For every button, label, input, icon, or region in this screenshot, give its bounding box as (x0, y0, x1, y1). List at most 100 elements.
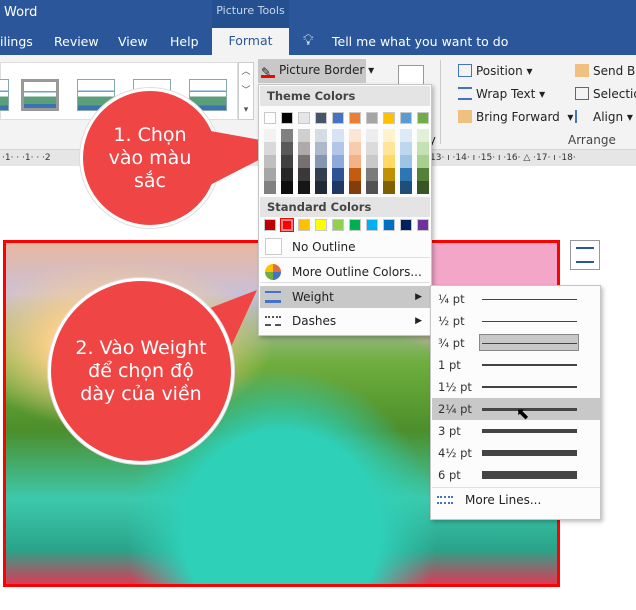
theme-shade-swatch[interactable] (281, 155, 293, 168)
theme-shade-swatch[interactable] (281, 129, 293, 142)
theme-shade-swatch[interactable] (400, 155, 412, 168)
line-weight-sample (482, 342, 577, 344)
theme-shade-swatch[interactable] (281, 142, 293, 155)
theme-shade-swatch[interactable] (400, 142, 412, 155)
weight-option[interactable]: 4½ pt (432, 442, 600, 464)
theme-shade-swatch[interactable] (332, 181, 344, 194)
weight-option[interactable]: 2¼ pt ⬉ (432, 398, 600, 423)
theme-shade-swatch[interactable] (366, 168, 378, 181)
theme-shade-swatch[interactable] (315, 168, 327, 181)
weight-option[interactable]: 1½ pt (432, 376, 600, 398)
picture-border-menu: Theme Colors Standard Colors No Outline … (258, 84, 432, 336)
theme-color-swatch[interactable] (281, 112, 293, 124)
dashes-icon (265, 316, 281, 326)
theme-shade-swatch[interactable] (315, 181, 327, 194)
theme-color-swatch[interactable] (349, 112, 361, 124)
theme-color-swatch[interactable] (332, 112, 344, 124)
theme-shade-swatch[interactable] (417, 142, 429, 155)
dashes-item[interactable]: Dashes ▶ (260, 310, 430, 332)
standard-color-swatch[interactable] (349, 219, 361, 231)
theme-shade-swatch[interactable] (281, 181, 293, 194)
theme-shade-swatch[interactable] (400, 181, 412, 194)
line-weight-sample (482, 386, 577, 388)
line-weight-sample (482, 298, 577, 300)
theme-shade-swatch[interactable] (264, 155, 276, 168)
theme-shade-swatch[interactable] (281, 168, 293, 181)
theme-shade-swatch[interactable] (417, 181, 429, 194)
standard-color-swatch[interactable] (332, 219, 344, 231)
theme-shade-swatch[interactable] (383, 142, 395, 155)
theme-shade-swatch[interactable] (417, 168, 429, 181)
theme-shade-swatch[interactable] (400, 168, 412, 181)
more-lines-icon (437, 496, 453, 504)
theme-shade-swatch[interactable] (332, 129, 344, 142)
no-outline-swatch-icon (265, 238, 282, 255)
theme-shade-swatch[interactable] (315, 142, 327, 155)
theme-shade-swatch[interactable] (366, 155, 378, 168)
weight-option[interactable]: ½ pt (432, 310, 600, 332)
weight-item[interactable]: Weight ▶ (260, 286, 430, 308)
theme-shade-swatch[interactable] (383, 129, 395, 142)
theme-shade-swatch[interactable] (264, 129, 276, 142)
theme-color-swatch[interactable] (264, 112, 276, 124)
theme-shade-swatch[interactable] (315, 129, 327, 142)
standard-color-swatch[interactable] (400, 219, 412, 231)
line-weight-sample (482, 429, 577, 433)
theme-shade-swatch[interactable] (349, 181, 361, 194)
standard-color-swatch[interactable] (366, 219, 378, 231)
standard-color-swatch[interactable] (417, 219, 429, 231)
theme-shade-swatch[interactable] (264, 168, 276, 181)
weight-option[interactable]: 3 pt (432, 420, 600, 442)
more-lines-item[interactable]: More Lines... (432, 487, 600, 513)
theme-shade-swatch[interactable] (417, 129, 429, 142)
theme-shade-swatch[interactable] (349, 168, 361, 181)
theme-shade-swatch[interactable] (417, 155, 429, 168)
theme-shade-swatch[interactable] (366, 142, 378, 155)
theme-color-swatch[interactable] (383, 112, 395, 124)
theme-colors-header: Theme Colors (260, 86, 430, 106)
theme-shade-swatch[interactable] (264, 181, 276, 194)
theme-shade-swatch[interactable] (349, 129, 361, 142)
line-weight-sample (482, 450, 577, 456)
theme-shade-swatch[interactable] (383, 155, 395, 168)
theme-shade-swatch[interactable] (264, 142, 276, 155)
theme-color-swatch[interactable] (298, 112, 310, 124)
theme-shade-swatch[interactable] (366, 129, 378, 142)
theme-shade-swatch[interactable] (298, 168, 310, 181)
theme-shade-swatch[interactable] (315, 155, 327, 168)
weight-option[interactable]: ¼ pt (432, 288, 600, 310)
submenu-arrow-icon: ▶ (415, 292, 422, 302)
theme-shade-swatch[interactable] (400, 129, 412, 142)
weight-submenu: ¼ pt ½ pt ¾ pt 1 pt 1½ pt 2¼ pt ⬉ 3 pt 4½ pt 6 pt… (430, 285, 601, 520)
weight-option[interactable]: ¾ pt (432, 332, 600, 354)
theme-color-swatch[interactable] (417, 112, 429, 124)
theme-shade-swatch[interactable] (366, 181, 378, 194)
line-weight-sample (482, 471, 577, 479)
color-wheel-icon (265, 264, 281, 280)
standard-color-swatch[interactable] (383, 219, 395, 231)
more-outline-colors-item[interactable]: More Outline Colors... (260, 261, 430, 283)
theme-color-swatch[interactable] (315, 112, 327, 124)
theme-color-swatch[interactable] (400, 112, 412, 124)
standard-color-swatch[interactable] (315, 219, 327, 231)
theme-shade-swatch[interactable] (383, 168, 395, 181)
standard-color-swatch[interactable] (280, 218, 294, 232)
theme-shade-swatch[interactable] (298, 155, 310, 168)
standard-color-swatch[interactable] (298, 219, 310, 231)
theme-shade-swatch[interactable] (332, 142, 344, 155)
submenu-arrow-icon: ▶ (415, 316, 422, 326)
theme-shade-swatch[interactable] (349, 142, 361, 155)
line-weight-sample (482, 364, 577, 366)
theme-shade-swatch[interactable] (298, 142, 310, 155)
standard-color-swatch[interactable] (264, 219, 276, 231)
theme-shade-swatch[interactable] (298, 181, 310, 194)
weight-option[interactable]: 6 pt (432, 464, 600, 486)
weight-option[interactable]: 1 pt (432, 354, 600, 376)
theme-shade-swatch[interactable] (298, 129, 310, 142)
theme-shade-swatch[interactable] (349, 155, 361, 168)
theme-shade-swatch[interactable] (383, 181, 395, 194)
theme-shade-swatch[interactable] (332, 168, 344, 181)
theme-color-swatch[interactable] (366, 112, 378, 124)
no-outline-item[interactable]: No Outline (260, 236, 430, 258)
theme-shade-swatch[interactable] (332, 155, 344, 168)
